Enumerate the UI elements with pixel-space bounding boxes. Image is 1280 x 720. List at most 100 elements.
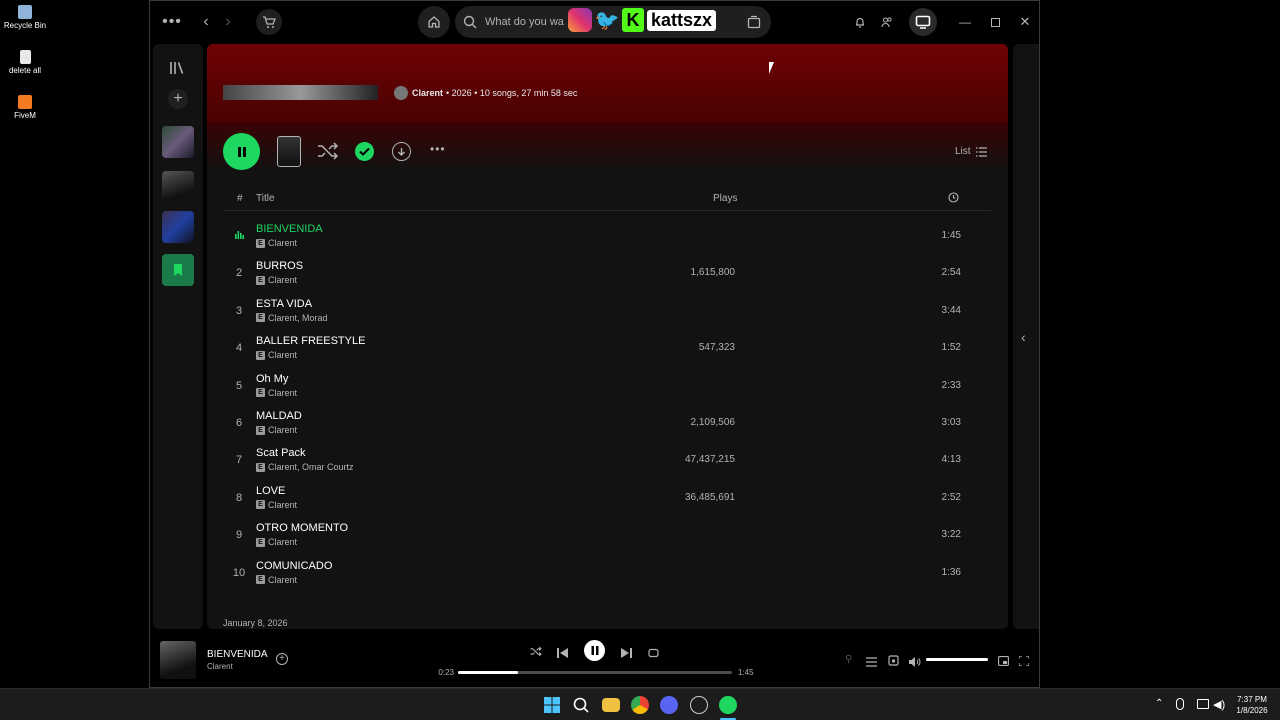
now-playing-artist[interactable]: Clarent — [207, 662, 233, 671]
network-icon[interactable] — [1197, 699, 1209, 709]
add-to-library-icon[interactable]: + — [276, 653, 288, 665]
spotify-taskbar-icon[interactable] — [719, 696, 737, 714]
desktop-icon-recycle-bin[interactable]: Recycle Bin — [2, 5, 48, 30]
track-number: 5 — [235, 379, 243, 392]
pause-button[interactable] — [223, 133, 260, 170]
minimize-button[interactable]: — — [956, 9, 974, 35]
track-row[interactable]: 8 LOVE E Clarent 36,485,691 2:52 — [207, 481, 1008, 518]
next-track-icon[interactable] — [621, 645, 632, 663]
library-item-thumbnail[interactable] — [162, 211, 194, 243]
track-artists: E Clarent — [256, 388, 297, 398]
track-artist-names[interactable]: Clarent, Morad — [268, 313, 328, 323]
lyrics-icon[interactable]: ⚲ — [845, 654, 852, 665]
track-artist-names[interactable]: Clarent — [268, 575, 297, 585]
track-artist-names[interactable]: Clarent — [268, 425, 297, 435]
steam-icon[interactable] — [690, 696, 708, 714]
track-artists: E Clarent — [256, 575, 297, 585]
track-row[interactable]: 7 Scat Pack E Clarent, Omar Courtz 47,437,21… — [207, 443, 1008, 480]
track-artist-names[interactable]: Clarent — [268, 350, 297, 360]
home-button[interactable] — [418, 6, 450, 38]
chrome-icon[interactable] — [631, 696, 649, 714]
track-title[interactable]: Oh My — [256, 373, 288, 385]
track-duration: 3:22 — [941, 529, 961, 541]
repeat-icon[interactable] — [648, 645, 659, 663]
overlay-handle: kattszx — [647, 9, 717, 31]
library-item-thumbnail[interactable] — [162, 126, 194, 158]
album-cover-preview[interactable] — [277, 136, 301, 167]
library-item-thumbnail[interactable] — [162, 171, 194, 203]
explicit-badge: E — [256, 238, 265, 248]
player-shuffle-icon[interactable] — [530, 644, 542, 662]
track-title[interactable]: LOVE — [256, 485, 285, 497]
album-artist[interactable]: Clarent — [412, 88, 443, 98]
desktop-icon-delete-all[interactable]: delete all — [2, 50, 48, 75]
queue-icon[interactable] — [866, 654, 877, 672]
speaker-icon[interactable]: ◀) — [1213, 698, 1225, 711]
close-button[interactable]: ✕ — [1016, 9, 1034, 35]
track-title[interactable]: COMUNICADO — [256, 560, 332, 572]
track-row[interactable]: 5 Oh My E Clarent 2:33 — [207, 369, 1008, 406]
fullscreen-icon[interactable] — [1018, 653, 1030, 671]
library-icon[interactable] — [168, 59, 186, 82]
track-artist-names[interactable]: Clarent — [268, 537, 297, 547]
track-title[interactable]: MALDAD — [256, 410, 302, 422]
track-artist-names[interactable]: Clarent, Omar Courtz — [268, 462, 354, 472]
track-row[interactable]: 10 COMUNICADO E Clarent 1:36 — [207, 556, 1008, 593]
shuffle-icon[interactable] — [317, 142, 339, 165]
track-row[interactable]: 3 ESTA VIDA E Clarent, Morad 3:44 — [207, 294, 1008, 331]
connect-device-icon[interactable] — [888, 653, 899, 671]
avatar[interactable] — [909, 8, 937, 36]
track-title[interactable]: ESTA VIDA — [256, 298, 312, 310]
saved-episodes-item[interactable] — [162, 254, 194, 286]
microphone-icon[interactable] — [1176, 698, 1184, 710]
track-row[interactable]: 4 BALLER FREESTYLE E Clarent 547,323 1:52 — [207, 331, 1008, 368]
track-row[interactable]: 2 BURROS E Clarent 1,615,800 2:54 — [207, 256, 1008, 293]
track-row[interactable]: 9 OTRO MOMENTO E Clarent 3:22 — [207, 518, 1008, 555]
desktop-icon-fivem[interactable]: FiveM — [2, 95, 48, 120]
expand-panel-icon[interactable]: ‹ — [1021, 329, 1026, 345]
maximize-button[interactable] — [986, 9, 1004, 35]
saved-check-icon[interactable] — [355, 142, 374, 161]
more-menu-icon[interactable]: ••• — [162, 9, 182, 35]
track-duration: 1:52 — [941, 342, 961, 354]
now-playing-title[interactable]: BIENVENIDA — [207, 649, 268, 660]
cart-icon[interactable] — [256, 9, 282, 35]
track-row[interactable]: BIENVENIDA E Clarent 1:45 — [207, 219, 1008, 256]
progress-bar[interactable] — [458, 671, 732, 674]
file-explorer-icon[interactable] — [602, 698, 620, 712]
friends-activity-icon[interactable] — [877, 9, 897, 35]
now-playing-cover[interactable] — [160, 641, 196, 679]
track-title[interactable]: BIENVENIDA — [256, 223, 323, 235]
track-artist-names[interactable]: Clarent — [268, 238, 297, 248]
player-pause-button[interactable] — [584, 640, 605, 661]
track-artist-names[interactable]: Clarent — [268, 388, 297, 398]
right-panel-collapsed: ‹ — [1013, 44, 1039, 629]
header-title[interactable]: Title — [256, 193, 275, 204]
track-artist-names[interactable]: Clarent — [268, 500, 297, 510]
track-title[interactable]: OTRO MOMENTO — [256, 522, 348, 534]
volume-slider[interactable] — [926, 658, 988, 661]
header-plays[interactable]: Plays — [713, 193, 737, 204]
volume-icon[interactable] — [909, 654, 921, 672]
track-title[interactable]: BURROS — [256, 260, 303, 272]
taskbar-search-icon[interactable] — [572, 696, 590, 714]
explicit-badge: E — [256, 537, 265, 547]
forward-icon[interactable]: › — [220, 9, 236, 35]
track-row[interactable]: 6 MALDAD E Clarent 2,109,506 3:03 — [207, 406, 1008, 443]
more-options-icon[interactable]: ••• — [430, 142, 446, 156]
start-button[interactable] — [543, 696, 561, 714]
bell-icon[interactable] — [850, 9, 870, 35]
previous-track-icon[interactable] — [557, 645, 568, 663]
tray-chevron-icon[interactable]: ⌃ — [1155, 698, 1163, 709]
clock[interactable]: 7:37 PM 1/8/2026 — [1228, 694, 1276, 716]
discord-icon[interactable] — [660, 696, 678, 714]
track-title[interactable]: Scat Pack — [256, 447, 306, 459]
create-playlist-button[interactable]: + — [168, 89, 188, 109]
track-title[interactable]: BALLER FREESTYLE — [256, 335, 365, 347]
track-artist-names[interactable]: Clarent — [268, 275, 297, 285]
search-input[interactable]: What do you wa — [485, 16, 564, 28]
download-icon[interactable] — [392, 142, 411, 161]
view-toggle[interactable]: List — [955, 146, 987, 157]
back-icon[interactable]: ‹ — [198, 9, 214, 35]
mini-player-icon[interactable] — [998, 653, 1009, 671]
